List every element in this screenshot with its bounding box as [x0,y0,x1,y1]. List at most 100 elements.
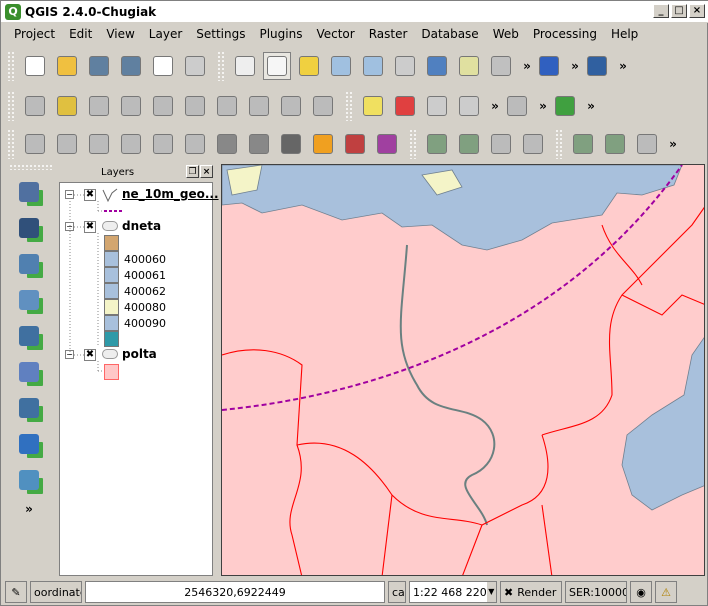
label-change-button[interactable] [455,92,483,120]
label-pin-button[interactable] [391,92,419,120]
measure-button[interactable] [309,130,337,158]
menu-help[interactable]: Help [604,25,645,45]
move-feature-button[interactable] [149,92,177,120]
delete-ring-button[interactable] [213,130,241,158]
add-wms-layer-button[interactable] [15,394,43,422]
toolbar-grip[interactable] [7,51,15,81]
toolbar-grip[interactable] [555,129,563,159]
menu-vector[interactable]: Vector [309,25,361,45]
add-mssql-layer-button[interactable] [15,322,43,350]
coordinate-toggle[interactable]: oordinate [30,581,82,603]
new-shapefile-button[interactable] [569,130,597,158]
toolbar-grip[interactable] [9,164,53,170]
offset-curve-button[interactable] [21,130,49,158]
add-raster-layer-button[interactable] [15,214,43,242]
menu-plugins[interactable]: Plugins [252,25,309,45]
toolbar-grip[interactable] [217,51,225,81]
toolbar-overflow-button[interactable]: » [567,59,583,73]
toolbar-overflow-button[interactable]: » [583,99,599,113]
copy-button[interactable] [277,92,305,120]
layer-visibility-checkbox[interactable]: ✖ [84,221,96,233]
raster-calc-button[interactable] [341,130,369,158]
layer-visibility-checkbox[interactable]: ✖ [84,189,96,201]
label-rotate-button[interactable] [423,92,451,120]
render-checkbox[interactable]: ✖ Render [500,581,562,603]
reshape-button[interactable] [53,130,81,158]
zoom-full-button[interactable] [423,52,451,80]
menu-edit[interactable]: Edit [62,25,99,45]
collapse-toggle[interactable]: − [65,190,74,199]
open-project-button[interactable] [53,52,81,80]
add-ring-button[interactable] [149,130,177,158]
current-edits-button[interactable] [21,92,49,120]
menu-project[interactable]: Project [7,25,62,45]
zoom-in-button[interactable] [327,52,355,80]
menu-raster[interactable]: Raster [362,25,415,45]
save-project-button[interactable] [85,52,113,80]
processing-toolbox-button[interactable] [551,92,579,120]
toolbar-overflow-button[interactable]: » [535,99,551,113]
layer-name[interactable]: dneta [122,219,161,233]
menu-view[interactable]: View [99,25,141,45]
toolbar-overflow-button[interactable]: » [615,59,631,73]
toolbar-grip[interactable] [345,91,353,121]
delete-selected-button[interactable] [213,92,241,120]
node-tool-button[interactable] [181,92,209,120]
map-canvas[interactable] [221,164,705,576]
spatialite-button[interactable] [519,130,547,158]
menu-web[interactable]: Web [486,25,526,45]
add-oracle-layer-button[interactable] [15,358,43,386]
new-print-composer-button[interactable] [149,52,177,80]
chevron-down-icon[interactable]: ▼ [486,582,496,602]
add-wcs-layer-button[interactable] [15,430,43,458]
help-button[interactable] [583,52,611,80]
delete-part-button[interactable] [245,130,273,158]
new-project-button[interactable] [21,52,49,80]
simplify-button[interactable] [117,130,145,158]
close-button[interactable]: × [689,4,705,18]
toolbar-grip[interactable] [409,129,417,159]
grid-button[interactable] [277,130,305,158]
toolbar-overflow-button[interactable]: » [665,137,681,151]
zoom-to-layer-button[interactable] [455,52,483,80]
scale-combobox[interactable]: 1:22 468 220 ▼ [409,581,497,603]
toolbar-overflow-button[interactable]: » [487,99,503,113]
cut-button[interactable] [245,92,273,120]
crs-globe-icon[interactable]: ◉ [630,581,652,603]
crs-button[interactable]: SER:10000 [565,581,627,603]
collapse-toggle[interactable]: − [65,222,74,231]
add-wfs-layer-button[interactable] [15,466,43,494]
toolbar-overflow-button[interactable]: » [21,502,37,516]
warning-icon[interactable]: ⚠ [655,581,677,603]
messages-icon[interactable]: ✎ [5,581,27,603]
field-calc-button[interactable] [373,130,401,158]
add-spatialite-layer-button[interactable] [15,286,43,314]
float-panel-button[interactable]: ❐ [186,165,199,178]
menu-processing[interactable]: Processing [526,25,604,45]
toolbar-overflow-button[interactable]: » [519,59,535,73]
label-button[interactable] [359,92,387,120]
touch-button[interactable] [231,52,259,80]
add-postgis-layer-button[interactable] [15,250,43,278]
save-as-button[interactable] [117,52,145,80]
toolbar-grip[interactable] [7,129,15,159]
pan-to-selection-button[interactable] [295,52,323,80]
coordinate-field[interactable]: 2546320,6922449 [85,581,385,603]
identify-button[interactable] [535,52,563,80]
undo-button[interactable] [503,92,531,120]
collapse-toggle[interactable]: − [65,350,74,359]
menu-settings[interactable]: Settings [189,25,252,45]
add-vector-layer-button[interactable] [15,178,43,206]
composer-manager-button[interactable] [181,52,209,80]
minimize-button[interactable]: _ [653,4,669,18]
wfs-add-button[interactable] [487,130,515,158]
layer-name[interactable]: ne_10m_geo... [122,187,219,201]
paste-button[interactable] [309,92,337,120]
zoom-out-button[interactable] [359,52,387,80]
new-spatialite-button[interactable] [601,130,629,158]
add-part-button[interactable] [181,130,209,158]
toggle-editing-button[interactable] [53,92,81,120]
wms-add-button[interactable] [423,130,451,158]
layer-visibility-checkbox[interactable]: ✖ [84,349,96,361]
add-feature-button[interactable] [117,92,145,120]
